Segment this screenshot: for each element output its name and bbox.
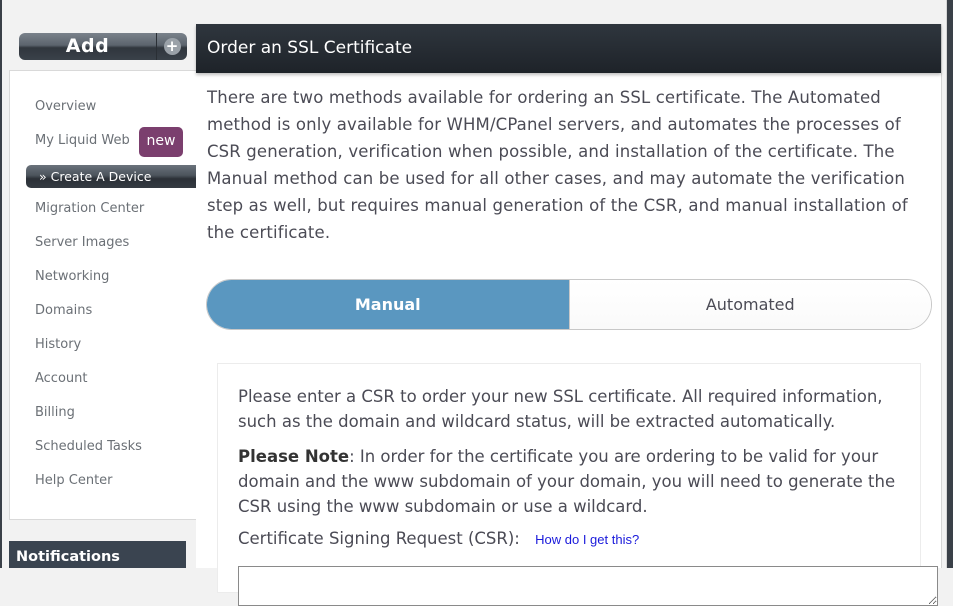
sidebar-item-domains[interactable]: Domains (35, 303, 92, 318)
method-toggle: Manual Automated (206, 279, 932, 330)
sidebar-nav: Overview My Liquid Web new » Create A De… (9, 70, 197, 520)
sidebar-item-server-images[interactable]: Server Images (35, 235, 129, 250)
add-button[interactable]: Add + (19, 33, 187, 60)
sidebar-item-history[interactable]: History (35, 337, 81, 352)
window-right-edge (947, 0, 953, 568)
note-paragraph: Please Note: In order for the certificat… (238, 444, 908, 519)
sidebar-item-create-a-device[interactable]: » Create A Device (26, 165, 197, 188)
add-dropdown-toggle[interactable]: + (157, 33, 187, 60)
toggle-manual[interactable]: Manual (207, 280, 570, 329)
sidebar-item-migration-center[interactable]: Migration Center (35, 201, 144, 216)
intro-text: There are two methods available for orde… (207, 88, 908, 242)
sidebar-item-my-liquid-web[interactable]: My Liquid Web (35, 133, 130, 148)
manual-order-card: Please enter a CSR to order your new SSL… (217, 363, 938, 606)
window-left-edge (0, 0, 2, 568)
note-label: Please Note (238, 447, 350, 466)
sidebar-item-help-center[interactable]: Help Center (35, 473, 113, 488)
sidebar-item-overview[interactable]: Overview (35, 99, 96, 114)
csr-field-row: Certificate Signing Request (CSR): How d… (238, 529, 639, 548)
csr-label: Certificate Signing Request (CSR): (238, 529, 520, 548)
csr-instructions: Please enter a CSR to order your new SSL… (238, 387, 883, 431)
sidebar-item-scheduled-tasks[interactable]: Scheduled Tasks (35, 439, 142, 454)
new-badge: new (139, 127, 183, 157)
how-do-i-get-this-link[interactable]: How do I get this? (535, 532, 639, 547)
plus-icon: + (163, 38, 181, 55)
notifications-header[interactable]: Notifications (9, 541, 186, 568)
main-panel: Order an SSL Certificate There are two m… (196, 24, 942, 606)
page-title: Order an SSL Certificate (196, 24, 941, 73)
sidebar-item-billing[interactable]: Billing (35, 405, 75, 420)
add-button-label: Add (19, 33, 157, 60)
toggle-automated[interactable]: Automated (569, 280, 931, 329)
sidebar-item-account[interactable]: Account (35, 371, 88, 386)
csr-textarea[interactable] (238, 566, 938, 606)
sidebar-item-networking[interactable]: Networking (35, 269, 109, 284)
